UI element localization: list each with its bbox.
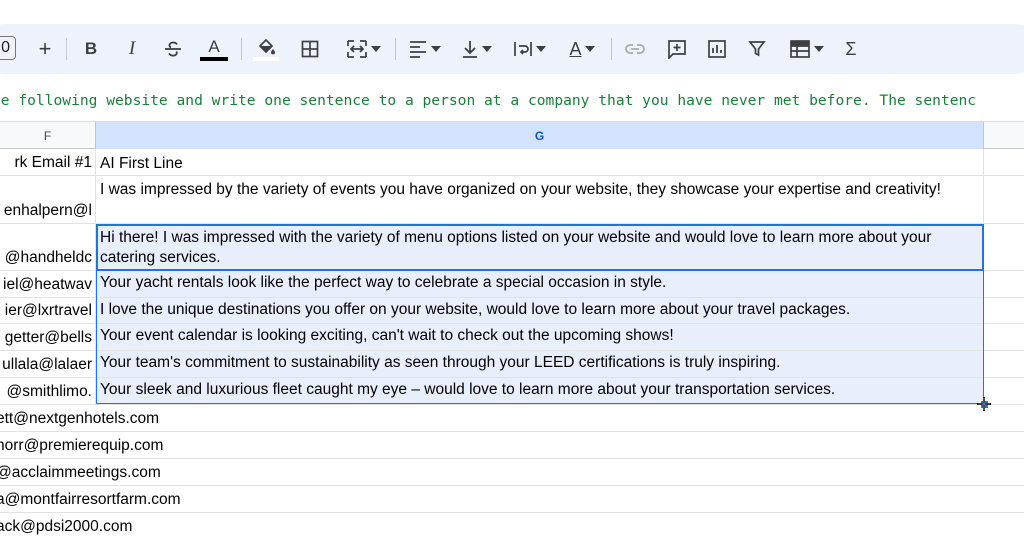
cell-f[interactable]: a@montfairresortfarm.com [0,486,181,512]
toolbar: 0 + B I A A Σ [0,0,1024,80]
fill-color-swatch [253,56,279,61]
cell-f[interactable]: ier@lxrtravel [0,298,96,323]
cell-f[interactable]: horr@premierequip.com [0,432,163,458]
bold-icon[interactable]: B [80,34,102,64]
column-header-g[interactable]: G [96,122,984,149]
cell-g[interactable]: Your sleek and luxurious fleet caught my… [96,378,984,404]
cell-f[interactable]: @smithlimo. [0,378,96,404]
table-row: iel@heatwav Your yacht rentals look like… [0,271,1024,298]
zoom-value: 0 [1,39,10,56]
table-row: a@montfairresortfarm.com [0,486,1024,513]
text-rotation-icon[interactable]: A [561,34,603,64]
cell-f[interactable]: ett@nextgenhotels.com [0,405,159,431]
table-row: ack@pdsi2000.com [0,513,1024,539]
cell-f[interactable]: enhalpern@l [0,176,96,223]
table-row: horr@premierequip.com [0,432,1024,459]
add-icon[interactable]: + [34,34,56,64]
zoom-select[interactable]: 0 [0,36,16,60]
table-row: ett@nextgenhotels.com [0,405,1024,432]
cell-g[interactable]: Your yacht rentals look like the perfect… [96,271,984,297]
cell-f[interactable]: iel@heatwav [0,271,96,297]
horizontal-align-icon[interactable] [403,34,445,64]
cell-f[interactable]: ullala@lalaer [0,351,96,377]
insert-chart-icon[interactable] [704,34,730,64]
filter-views-icon[interactable] [783,34,829,64]
fill-color-icon[interactable] [252,34,280,64]
table-row: getter@bells Your event calendar is look… [0,324,1024,351]
borders-icon[interactable] [298,34,322,64]
cell-g[interactable]: I love the unique destinations you offer… [96,298,984,323]
column-header-f[interactable]: F [0,122,96,149]
text-wrapping-icon[interactable] [508,34,550,64]
toolbar-divider [66,38,67,60]
functions-icon[interactable]: Σ [840,34,862,64]
table-row: enhalpern@l I was impressed by the varie… [0,176,1024,224]
sheet-grid: rk Email #1 AI First Line enhalpern@l I … [0,149,1024,539]
strikethrough-icon[interactable] [161,34,185,64]
cell-g[interactable]: AI First Line [96,149,984,175]
toolbar-divider [611,38,612,60]
text-color-swatch [200,56,228,61]
table-row: ullala@lalaer Your team's commitment to … [0,351,1024,378]
text-color-icon[interactable]: A [199,34,229,64]
table-row: @smithlimo. Your sleek and luxurious fle… [0,378,1024,405]
cell-f[interactable]: @handheldc [0,224,96,270]
cell-f[interactable]: @acclaimmeetings.com [0,459,161,485]
toolbar-divider [241,38,242,60]
insert-comment-icon[interactable] [664,34,690,64]
column-header-h[interactable] [984,122,1024,149]
toolbar-divider [395,38,396,60]
cell-g[interactable]: I was impressed by the variety of events… [96,176,984,223]
cell-f[interactable]: getter@bells [0,324,96,350]
column-headers: F G [0,121,1024,149]
filter-icon[interactable] [745,34,769,64]
table-row: rk Email #1 AI First Line [0,149,1024,176]
table-row: @handheldc Hi there! I was impressed wit… [0,224,1024,271]
merge-cells-icon[interactable] [340,34,386,64]
table-row: @acclaimmeetings.com [0,459,1024,486]
table-row: ier@lxrtravel I love the unique destinat… [0,298,1024,324]
crosshair-cursor-icon [977,397,991,411]
cell-f[interactable]: ack@pdsi2000.com [0,513,132,539]
italic-icon[interactable]: I [121,34,143,64]
cell-f[interactable]: rk Email #1 [0,149,96,175]
insert-link-icon[interactable] [622,34,648,64]
cell-g[interactable]: Hi there! I was impressed with the varie… [96,224,984,270]
cell-g[interactable]: Your team's commitment to sustainability… [96,351,984,377]
formula-bar[interactable]: he following website and write one sente… [0,84,1024,118]
cell-g[interactable]: Your event calendar is looking exciting,… [96,324,984,350]
formula-content[interactable]: he following website and write one sente… [0,92,976,109]
vertical-align-icon[interactable] [455,34,497,64]
